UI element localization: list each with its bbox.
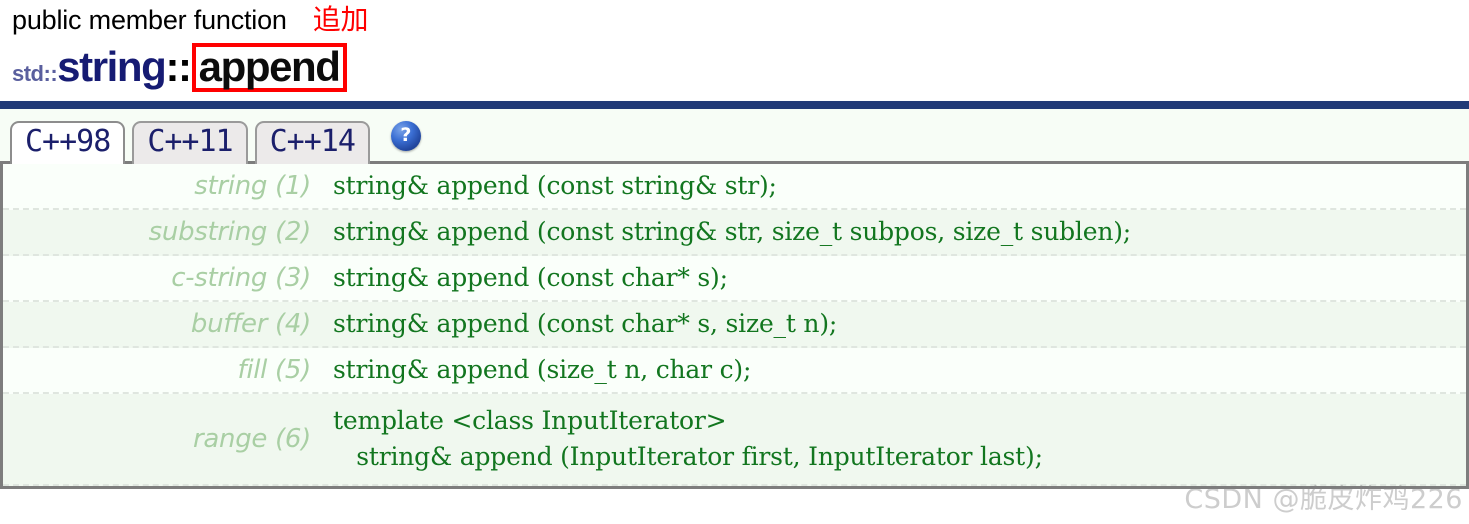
table-row: substring (2) string& append (const stri… [3,209,1466,256]
tab-cpp98[interactable]: C++98 [10,121,126,164]
function-kind-label: public member function [12,5,287,35]
red-annotation-text: 追加 [312,3,369,36]
table-row: string (1) string& append (const string&… [3,163,1466,210]
signature-label: substring (2) [148,216,312,247]
signature-label: buffer (4) [190,308,311,339]
table-row: fill (5) string& append (size_t n, char … [3,347,1466,394]
function-kind-line: public member function 追加 [12,6,1469,34]
signature-code: string& append (const char* s); [333,263,728,293]
help-icon[interactable] [390,120,421,151]
signature-code: string& append (const string& str); [333,171,777,201]
header-divider [0,100,1469,109]
title-member-name-highlighted: append [191,43,347,92]
signature-table: string (1) string& append (const string&… [0,163,1469,489]
signature-label: range (6) [193,423,311,454]
signature-label: c-string (3) [171,262,311,293]
page-title: std:: string :: append [12,43,1469,92]
title-class-name: string [57,43,167,90]
page-header: public member function 追加 std:: string :… [0,0,1469,92]
title-namespace: std:: [12,61,58,86]
signature-code: string& append (const string& str, size_… [333,217,1131,247]
table-row: c-string (3) string& append (const char*… [3,255,1466,302]
standard-version-tabs: C++98 C++11 C++14 [0,108,1469,164]
table-row: buffer (4) string& append (const char* s… [3,301,1466,348]
title-scope-separator: :: [165,43,192,90]
table-row: range (6) template <class InputIterator>… [3,393,1466,486]
signature-label: string (1) [194,170,311,201]
tab-cpp11[interactable]: C++11 [132,121,248,164]
tab-cpp14[interactable]: C++14 [254,121,370,164]
signature-code: template <class InputIterator> string& a… [333,406,1043,471]
signature-label: fill (5) [237,354,311,385]
signature-code: string& append (const char* s, size_t n)… [333,309,838,339]
signature-code: string& append (size_t n, char c); [333,355,752,385]
